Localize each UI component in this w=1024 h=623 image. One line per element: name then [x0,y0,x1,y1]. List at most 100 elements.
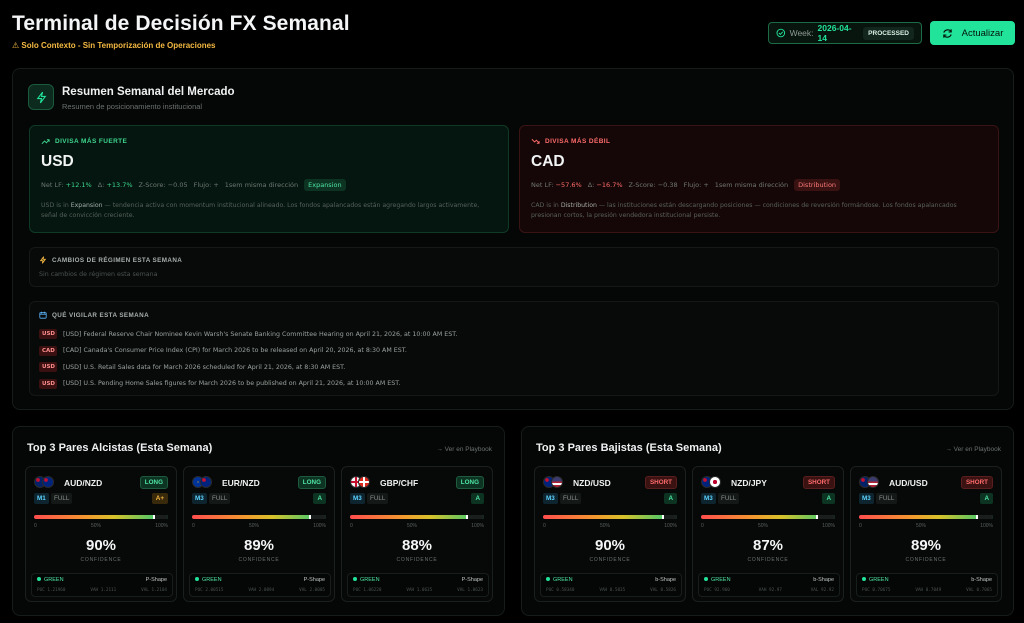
lightning-icon [28,84,54,110]
week-value: 2026-04-14 [817,23,852,43]
strongest-currency: USD [41,153,74,170]
direction-badge: LONG [139,476,168,489]
event-text: [USD] Federal Reserve Chair Nominee Kevi… [63,330,458,338]
confidence-value: 90% [594,537,626,554]
net-lf-label: Net LF: [41,181,64,189]
scale-tick: 0 [192,523,195,529]
pair-card[interactable]: NZD/USD SHORT M3 FULL A 0 50% 100% 90% CONFIDENCE… [534,466,686,602]
confidence-scale: 0 50% 100% [350,523,484,529]
mode-badge: FULL [876,493,898,504]
scale-tick: 50% [915,523,926,529]
week-selector[interactable]: Week: 2026-04-14 PROCESSED [768,22,922,44]
confidence-bar-remainder [663,515,677,519]
event-item: USD [USD] U.S. Pending Home Sales figures… [39,376,989,393]
playbook-link[interactable]: → Ver en Playbook [436,446,492,453]
status-indicator: GREEN [195,577,222,583]
pair-name: NZD/JPY [731,478,767,488]
delta-value: +13.7% [106,181,133,189]
confidence-bar [350,515,484,519]
vah-value: VAH 0.5835 [599,588,626,593]
status-indicator: GREEN [862,577,889,583]
pair-card[interactable]: NZD/JPY SHORT M3 FULL A 0 50% 100% 87% CONFIDENCE… [692,466,844,602]
confidence-label: CONFIDENCE [396,557,438,563]
pair-name: GBP/CHF [380,478,419,488]
confidence-label: CONFIDENCE [80,557,122,563]
delta-label: Δ: [587,181,595,189]
pair-flags [192,476,212,488]
confidence-bar [859,515,993,519]
regime-title: CAMBIOS DE RÉGIMEN ESTA SEMANA [52,256,183,264]
refresh-icon [942,28,952,38]
net-lf-value: −57.6% [555,181,582,189]
profile-shape: b-Shape [971,577,992,583]
bullish-title: Top 3 Pares Alcistas (Esta Semana) [27,442,213,454]
summary-title: Resumen Semanal del Mercado [62,86,235,98]
confidence-label: CONFIDENCE [238,557,280,563]
status-dot [546,577,550,581]
scale-tick: 50% [406,523,417,529]
status-text: GREEN [553,577,573,583]
vah-value: VAH 1.2111 [90,588,117,593]
pair-card[interactable]: EUR/NZD LONG M3 FULL A 0 50% 100% 89% CONFIDENCE G… [183,466,335,602]
status-dot [704,577,708,581]
poc-value: POC 0.58340 [546,588,575,593]
grade-badge: A [313,493,326,504]
scale-tick: 100% [664,523,677,529]
timeframe-badge: M3 [350,493,365,504]
regime-changes-section: CAMBIOS DE RÉGIMEN ESTA SEMANA Sin cambi… [29,247,999,287]
event-text: [USD] U.S. Retail Sales data for March 2… [63,363,346,371]
status-text: GREEN [44,577,64,583]
val-value: VAL 0.5826 [650,588,676,593]
pair-card[interactable]: AUD/USD SHORT M3 FULL A 0 50% 100% 89% CONFIDENCE… [850,466,1002,602]
weakest-description: CAD is in Distribution — las institucion… [531,201,987,220]
mode-badge: FULL [209,493,231,504]
scale-tick: 0 [350,523,353,529]
playbook-link[interactable]: → Ver en Playbook [945,446,1001,453]
mode-badge: FULL [367,493,389,504]
pair-card[interactable]: GBP/CHF LONG M3 FULL A 0 50% 100% 88% CONFIDENCE G… [341,466,493,602]
poc-value: POC 0.70675 [862,588,891,593]
status-text: GREEN [202,577,222,583]
scale-tick: 50% [757,523,768,529]
profile-footer: GREEN P-Shape POC 1.06220 VAH 1.0635 VAL 1.0… [347,573,489,597]
status-text: GREEN [711,577,731,583]
flag-icon [42,476,54,488]
event-tag: USD [39,378,57,389]
grade-badge: A [471,493,484,504]
confidence-bar-remainder [311,515,326,519]
confidence-marker [976,515,979,519]
refresh-button[interactable]: Actualizar [930,21,1015,45]
scale-tick: 50% [90,523,101,529]
profile-footer: GREEN b-Shape POC 0.70675 VAH 0.7049 VAL 0.7… [856,573,998,597]
pair-name: AUD/USD [889,478,928,488]
flag-icon [551,476,563,488]
status-text: GREEN [360,577,380,583]
refresh-label: Actualizar [961,27,1004,39]
confidence-label: CONFIDENCE [589,557,631,563]
pair-flags [543,476,563,488]
confidence-label: CONFIDENCE [905,557,947,563]
strongest-currency-card: DIVISA MÁS FUERTE USD Net LF: +12.1% Δ: … [29,125,509,233]
bearish-title: Top 3 Pares Bajistas (Esta Semana) [536,442,722,454]
event-text: [USD] U.S. Pending Home Sales figures fo… [63,380,401,388]
confidence-scale: 0 50% 100% [859,523,993,529]
calendar-icon [39,311,47,319]
net-lf-value: +12.1% [65,181,92,189]
val-value: VAL 1.2104 [141,588,167,593]
pair-card[interactable]: AUD/NZD LONG M1 FULL A+ 0 50% 100% 90% CONFIDENCE… [25,466,177,602]
timeframe-badge: M3 [543,493,558,504]
confidence-value: 90% [85,537,117,554]
weakest-label: DIVISA MÁS DÉBIL [545,138,611,145]
week-label: Week: [789,28,814,38]
confidence-bar [701,515,835,519]
event-text: [CAD] Canada's Consumer Price Index (CPI… [63,347,407,355]
scale-tick: 100% [980,523,993,529]
profile-shape: P-Shape [145,577,167,583]
desc-text: CAD is in [531,202,561,209]
scale-tick: 100% [155,523,168,529]
flag-icon [709,476,721,488]
timeframe-badge: M3 [192,493,207,504]
confidence-bar [543,515,677,519]
flow: Flujo: + [683,181,709,189]
scale-tick: 0 [859,523,862,529]
